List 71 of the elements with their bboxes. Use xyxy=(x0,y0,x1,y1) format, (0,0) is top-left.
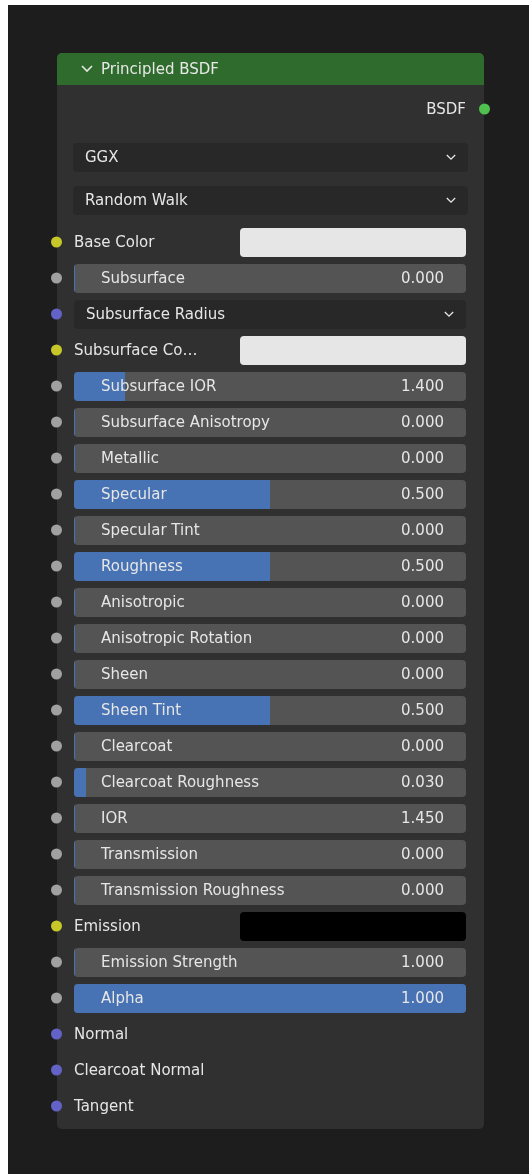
value-slider[interactable]: Clearcoat 0.000 xyxy=(74,731,466,761)
slider-label: Subsurface xyxy=(101,267,185,289)
slider-value: 0.030 xyxy=(401,771,444,793)
slider-value: 1.000 xyxy=(401,951,444,973)
slider-value: 0.500 xyxy=(401,483,444,505)
slider-value: 0.000 xyxy=(401,591,444,613)
slider-label: Sheen Tint xyxy=(101,699,182,721)
slider-label: Metallic xyxy=(101,447,159,469)
slider-value: 1.400 xyxy=(401,375,444,397)
value-slider[interactable]: Anisotropic 0.000 xyxy=(74,587,466,617)
slider-value: 0.000 xyxy=(401,735,444,757)
value-slider[interactable]: Anisotropic Rotation 0.000 xyxy=(74,623,466,653)
value-slider[interactable]: Roughness 0.500 xyxy=(74,551,466,581)
input-label: Clearcoat Normal xyxy=(74,1059,205,1081)
slider-label: Sheen xyxy=(101,663,148,685)
slider-value: 0.000 xyxy=(401,447,444,469)
color-swatch[interactable] xyxy=(240,227,466,257)
dropdown-menu[interactable]: Random Walk xyxy=(73,186,468,215)
value-slider[interactable]: Specular 0.500 xyxy=(74,479,466,509)
slider-label: Transmission xyxy=(101,843,198,865)
chevron-down-icon xyxy=(446,197,456,204)
value-slider[interactable]: Transmission Roughness 0.000 xyxy=(74,875,466,905)
slider-label: Roughness xyxy=(101,555,183,577)
value-slider[interactable]: Subsurface Anisotropy 0.000 xyxy=(74,407,466,437)
slider-label: Anisotropic Rotation xyxy=(101,627,253,649)
value-slider[interactable]: Specular Tint 0.000 xyxy=(74,515,466,545)
slider-label: Specular Tint xyxy=(101,519,200,541)
value-slider[interactable]: Metallic 0.000 xyxy=(74,443,466,473)
slider-value: 0.000 xyxy=(401,627,444,649)
chevron-down-icon xyxy=(81,65,93,73)
slider-value: 0.500 xyxy=(401,699,444,721)
input-label: Emission xyxy=(74,915,142,937)
slider-value: 0.500 xyxy=(401,555,444,577)
chevron-down-icon xyxy=(446,154,456,161)
value-slider[interactable]: Alpha 1.000 xyxy=(74,983,466,1013)
input-label: Tangent xyxy=(74,1095,134,1117)
slider-value: 0.000 xyxy=(401,519,444,541)
value-slider[interactable]: Sheen 0.000 xyxy=(74,659,466,689)
slider-value: 1.450 xyxy=(401,807,444,829)
color-swatch[interactable] xyxy=(240,911,466,941)
slider-label: Specular xyxy=(101,483,167,505)
slider-value: 0.000 xyxy=(401,411,444,433)
collapse-toggle[interactable] xyxy=(81,65,93,73)
slider-value: 0.000 xyxy=(401,663,444,685)
slider-label: Alpha xyxy=(101,987,144,1009)
value-slider[interactable]: Subsurface 0.000 xyxy=(74,263,466,293)
slider-label: Anisotropic xyxy=(101,591,185,613)
value-slider[interactable]: Clearcoat Roughness 0.030 xyxy=(74,767,466,797)
slider-label: Clearcoat xyxy=(101,735,173,757)
value-slider[interactable]: IOR 1.450 xyxy=(74,803,466,833)
slider-value: 1.000 xyxy=(401,987,444,1009)
slider-label: Emission Strength xyxy=(101,951,238,973)
slider-label: Transmission Roughness xyxy=(101,879,285,901)
slider-value: 0.000 xyxy=(401,879,444,901)
value-slider[interactable]: Transmission 0.000 xyxy=(74,839,466,869)
slider-value: 0.000 xyxy=(401,267,444,289)
slider-label: Subsurface Anisotropy xyxy=(101,411,270,433)
node-title: Principled BSDF xyxy=(101,58,219,80)
dropdown-menu[interactable]: GGX xyxy=(73,143,468,172)
slider-value: 0.000 xyxy=(401,843,444,865)
slider-label: IOR xyxy=(101,807,128,829)
value-slider[interactable]: Sheen Tint 0.500 xyxy=(74,695,466,725)
color-swatch[interactable] xyxy=(240,335,466,365)
input-label: Normal xyxy=(74,1023,129,1045)
slider-label: Clearcoat Roughness xyxy=(101,771,259,793)
input-label: Base Color xyxy=(74,231,156,253)
chevron-down-icon xyxy=(444,310,454,318)
input-label: Subsurface Co… xyxy=(74,339,199,361)
value-slider[interactable]: Emission Strength 1.000 xyxy=(74,947,466,977)
output-label: BSDF xyxy=(426,98,466,120)
dropdown-menu[interactable]: Subsurface Radius xyxy=(74,299,466,329)
